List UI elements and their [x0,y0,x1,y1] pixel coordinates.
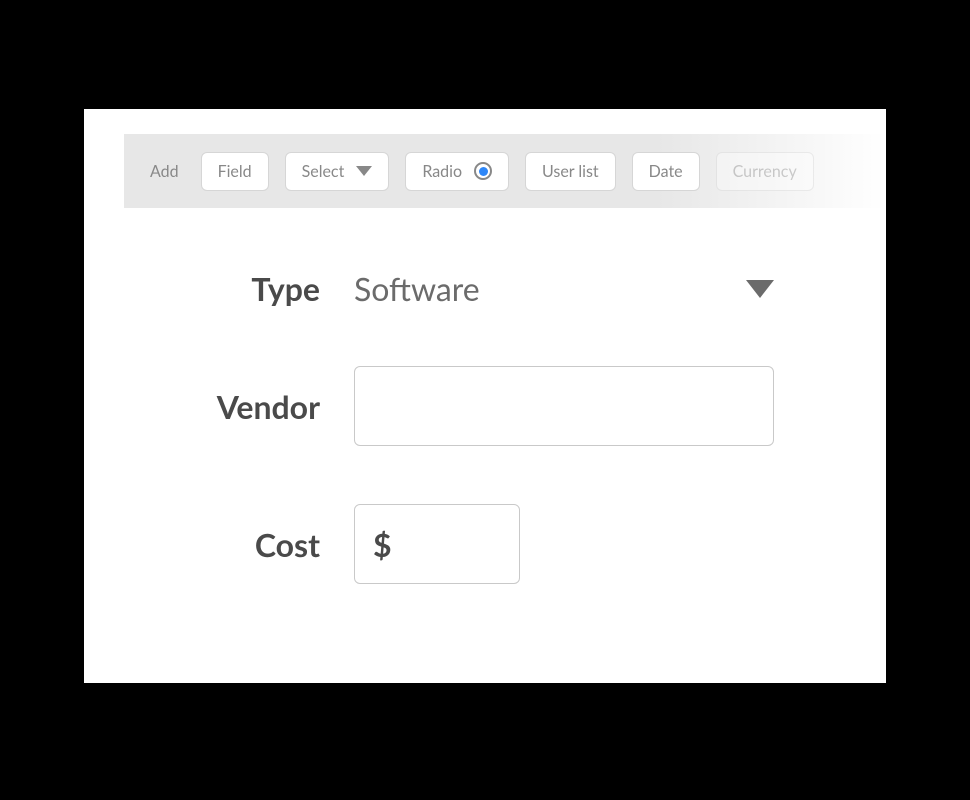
vendor-input[interactable] [354,366,774,446]
toolbar-item-label: Radio [422,162,462,181]
toolbar-item-label: Date [649,162,683,181]
toolbar-item-label: Select [302,162,345,181]
toolbar-item-label: Currency [733,162,797,181]
vendor-label: Vendor [124,387,354,426]
radio-icon [474,162,492,180]
form-area: Type Software Vendor Cost $ [124,269,846,642]
type-select[interactable]: Software [354,269,774,308]
form-row-vendor: Vendor [124,366,846,446]
toolbar-item-userlist[interactable]: User list [525,152,616,191]
cost-input[interactable] [402,528,501,560]
type-value: Software [354,269,746,308]
toolbar-item-currency[interactable]: Currency [716,152,814,191]
toolbar-item-field[interactable]: Field [201,152,269,191]
type-label: Type [124,269,354,308]
toolbar-item-label: User list [542,162,599,181]
toolbar-label: Add [150,162,179,181]
toolbar-item-radio[interactable]: Radio [405,152,509,191]
cost-label: Cost [124,525,354,564]
chevron-down-icon [356,166,372,176]
form-row-type: Type Software [124,269,846,308]
toolbar: Add Field Select Radio User list Date Cu… [124,134,886,208]
toolbar-item-label: Field [218,162,252,181]
form-builder-panel: Add Field Select Radio User list Date Cu… [84,109,886,683]
toolbar-item-date[interactable]: Date [632,152,700,191]
chevron-down-icon [746,280,774,298]
cost-input-wrap[interactable]: $ [354,504,520,584]
form-row-cost: Cost $ [124,504,846,584]
currency-symbol: $ [373,525,392,564]
toolbar-item-select[interactable]: Select [285,152,390,191]
